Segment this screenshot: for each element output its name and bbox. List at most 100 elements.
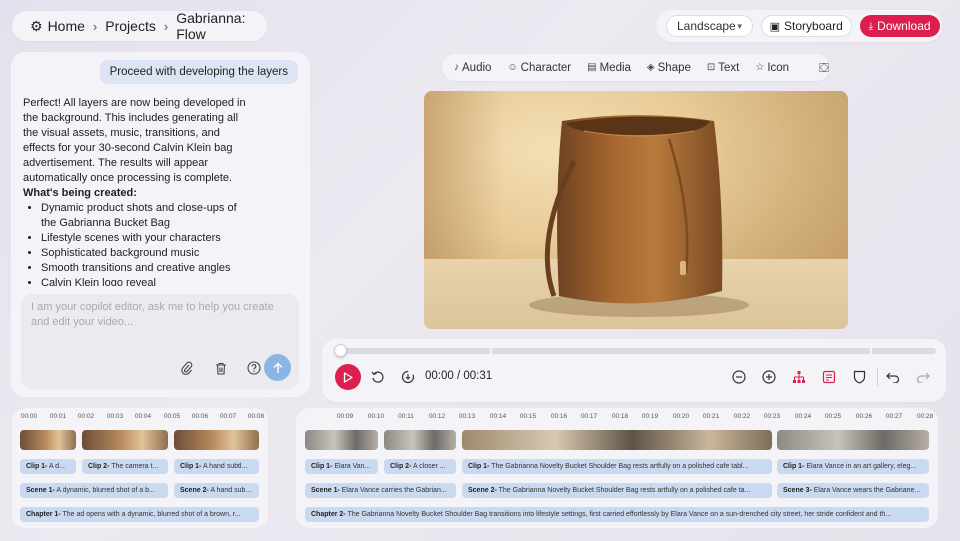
play-icon: [343, 371, 353, 383]
ruler-tick-label: 00:10: [367, 413, 385, 420]
video-preview[interactable]: [424, 91, 848, 329]
gear-icon[interactable]: ⚙: [30, 18, 43, 35]
chapter-tag[interactable]: Chapter 2- The Gabrianna Novelty Bucket …: [305, 507, 929, 522]
hierarchy-icon[interactable]: [790, 368, 808, 386]
list-item: Calvin Klein logo reveal: [41, 276, 251, 286]
zoom-out-icon[interactable]: [730, 368, 748, 386]
ruler-tick-label: 00:11: [398, 413, 414, 420]
ruler-tick-label: 00:02: [77, 413, 95, 420]
zoom-in-icon[interactable]: [760, 368, 778, 386]
star-icon: ☆: [755, 62, 765, 73]
audio-label: Audio: [462, 61, 492, 74]
ruler-tick-label: 00:09: [336, 413, 354, 420]
list-item: Smooth transitions and creative angles: [41, 261, 251, 276]
progress-track[interactable]: [338, 348, 936, 354]
replay-icon[interactable]: [369, 368, 387, 386]
player-controls: 00:00 / 00:31: [322, 339, 946, 402]
scene-tag[interactable]: Scene 1- A dynamic, blurred shot of a b.…: [20, 483, 168, 498]
stamp-tool-button[interactable]: ⛋: [819, 60, 829, 76]
ruler-tick-label: 00:13: [458, 413, 476, 420]
aspect-select[interactable]: Landscape ▼: [666, 15, 753, 37]
scene-tag[interactable]: Scene 2- A hand subtl...: [174, 483, 259, 498]
clip-thumbnail[interactable]: [82, 430, 168, 450]
ruler-tick-label: 00:26: [855, 413, 873, 420]
ruler-tick-label: 00:01: [49, 413, 67, 420]
aspect-select-value: Landscape: [677, 19, 736, 33]
storyboard-label: Storyboard: [784, 19, 843, 33]
clip-thumbnail[interactable]: [777, 430, 929, 450]
shape-button[interactable]: ◈ Shape: [647, 62, 691, 74]
ruler-tick-label: 00:14: [489, 413, 507, 420]
text-button[interactable]: ⊡ Text: [707, 62, 739, 74]
ruler-tick-label: 00:24: [794, 413, 812, 420]
scene-tag[interactable]: Scene 3- Elara Vance wears the Gabriane.…: [777, 483, 929, 498]
ruler-tick-label: 00:28: [916, 413, 934, 420]
clip-tag[interactable]: Clip 2- A closer ...: [384, 459, 456, 474]
ruler-tick-label: 00:06: [191, 413, 209, 420]
ruler-tick-label: 00:20: [672, 413, 690, 420]
breadcrumb: ⚙ Home › Projects › Gabrianna: Flow: [12, 10, 267, 42]
clip-thumbnail[interactable]: [305, 430, 378, 450]
icon-button[interactable]: ☆ Icon: [755, 62, 789, 74]
ruler-tick-label: 00:05: [163, 413, 181, 420]
scene-tag[interactable]: Scene 1- Elara Vance carries the Gabrian…: [305, 483, 456, 498]
play-button[interactable]: [335, 364, 361, 390]
assistant-heading: What's being created:: [23, 187, 137, 199]
ruler-tick-label: 00:07: [219, 413, 237, 420]
loop-icon[interactable]: [399, 368, 417, 386]
trash-icon[interactable]: [213, 360, 229, 376]
chapter-tag[interactable]: Chapter 1- The ad opens with a dynamic, …: [20, 507, 259, 522]
clip-thumbnail[interactable]: [20, 430, 76, 450]
character-label: Character: [520, 61, 572, 74]
ruler-tick-label: 00:16: [550, 413, 568, 420]
ruler-tick-label: 00:18: [611, 413, 629, 420]
clip-tag[interactable]: Clip 1- Elara Van...: [305, 459, 378, 474]
ruler-tick-label: 00:21: [702, 413, 720, 420]
clip-tag[interactable]: Clip 2- The camera t...: [82, 459, 168, 474]
arrow-up-icon: [273, 362, 282, 373]
clip-thumbnail[interactable]: [384, 430, 456, 450]
help-icon[interactable]: [246, 360, 262, 376]
send-button[interactable]: [264, 354, 291, 381]
media-button[interactable]: ▤ Media: [587, 62, 631, 74]
progress-knob[interactable]: [334, 344, 347, 357]
chevron-right-icon: ›: [163, 18, 169, 34]
subtitles-icon[interactable]: [820, 368, 838, 386]
character-button[interactable]: ☺ Character: [507, 62, 571, 74]
ruler-tick-label: 00:03: [106, 413, 124, 420]
download-label: Download: [877, 19, 931, 33]
breadcrumb-projects[interactable]: Projects: [105, 18, 156, 34]
ruler-tick-label: 00:04: [134, 413, 152, 420]
ruler-tick-label: 00:00: [20, 413, 38, 420]
shield-icon[interactable]: [850, 368, 868, 386]
redo-icon[interactable]: [914, 368, 932, 386]
clip-tag[interactable]: Clip 1- Elara Vance in an art gallery, e…: [777, 459, 929, 474]
undo-icon[interactable]: [884, 368, 902, 386]
list-item: Lifestyle scenes with your characters: [41, 231, 251, 246]
storyboard-icon: ▣: [769, 20, 781, 33]
breadcrumb-home[interactable]: Home: [48, 18, 85, 34]
shape-icon: ◈: [646, 62, 655, 73]
text-label: Text: [718, 61, 740, 74]
clip-thumbnail[interactable]: [462, 430, 772, 450]
ruler-tick-label: 00:12: [428, 413, 446, 420]
paperclip-icon[interactable]: [179, 360, 195, 376]
download-icon: ⤓: [868, 20, 874, 32]
clip-tag[interactable]: Clip 1- A d...: [20, 459, 76, 474]
ruler-tick-label: 00:08: [247, 413, 265, 420]
ruler-tick-label: 00:17: [580, 413, 598, 420]
assistant-bullet-list: Dynamic product shots and close-ups of t…: [23, 201, 251, 286]
storyboard-button[interactable]: ▣ Storyboard: [760, 15, 852, 37]
audio-button[interactable]: ♪ Audio: [454, 62, 491, 74]
clip-tag[interactable]: Clip 1- The Gabrianna Novelty Bucket Sho…: [462, 459, 772, 474]
ruler-tick-label: 00:23: [763, 413, 781, 420]
clip-tag[interactable]: Clip 1- A hand subtl...: [174, 459, 259, 474]
media-label: Media: [599, 61, 631, 74]
character-icon: ☺: [507, 62, 518, 73]
clip-thumbnail[interactable]: [174, 430, 259, 450]
music-note-icon: ♪: [454, 62, 459, 73]
scene-tag[interactable]: Scene 2- The Gabrianna Novelty Bucket Sh…: [462, 483, 772, 498]
stamp-icon: ⛋: [819, 59, 829, 75]
composer-input[interactable]: [31, 300, 291, 340]
download-button[interactable]: ⤓ Download: [859, 15, 940, 37]
